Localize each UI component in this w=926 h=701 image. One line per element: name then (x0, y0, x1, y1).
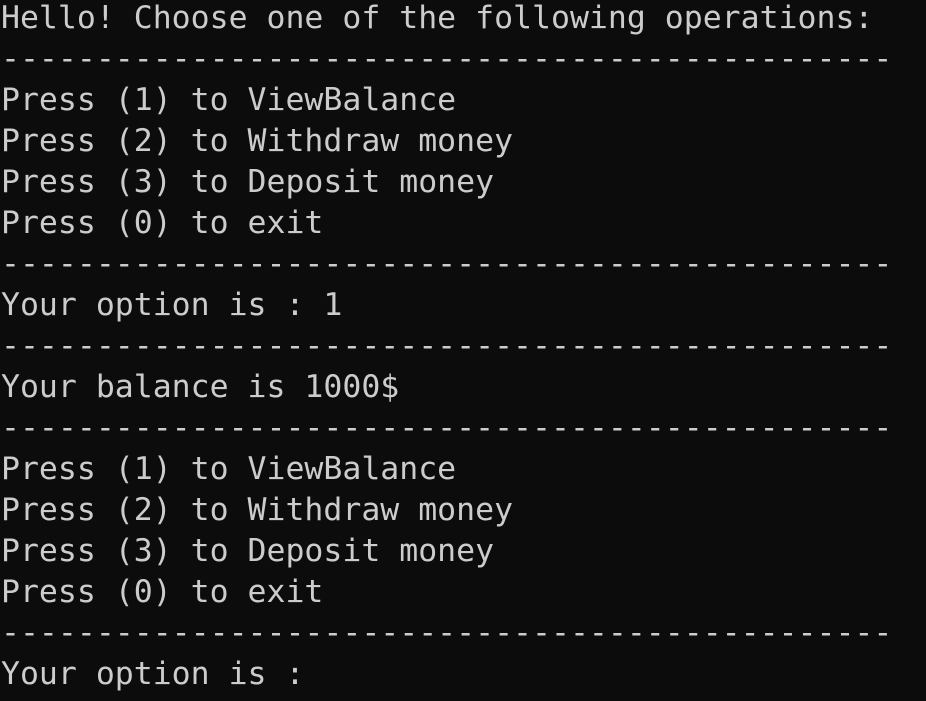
menu-option-deposit: Press (3) to Deposit money (1, 533, 495, 569)
option-prompt-input[interactable]: Your option is : (0, 654, 926, 695)
menu-option-withdraw: Press (2) to Withdraw money (1, 492, 514, 528)
console-window[interactable]: Hello! Choose one of the following opera… (0, 0, 926, 701)
separator-line: ----------------------------------------… (1, 615, 893, 651)
balance-output: Your balance is 1000$ (1, 369, 400, 405)
menu-option-view-balance: Press (1) to ViewBalance (1, 82, 457, 118)
separator-line: ----------------------------------------… (1, 246, 893, 282)
greeting-line: Hello! Choose one of the following opera… (1, 0, 874, 36)
separator-line: ----------------------------------------… (1, 41, 893, 77)
separator-line: ----------------------------------------… (1, 328, 893, 364)
menu-option-deposit: Press (3) to Deposit money (1, 164, 495, 200)
menu-option-view-balance: Press (1) to ViewBalance (1, 451, 457, 487)
menu-option-exit: Press (0) to exit (1, 205, 324, 241)
menu-option-exit: Press (0) to exit (1, 574, 324, 610)
option-prompt-answered: Your option is : 1 (1, 287, 343, 323)
menu-option-withdraw: Press (2) to Withdraw money (1, 123, 514, 159)
separator-line: ----------------------------------------… (1, 410, 893, 446)
